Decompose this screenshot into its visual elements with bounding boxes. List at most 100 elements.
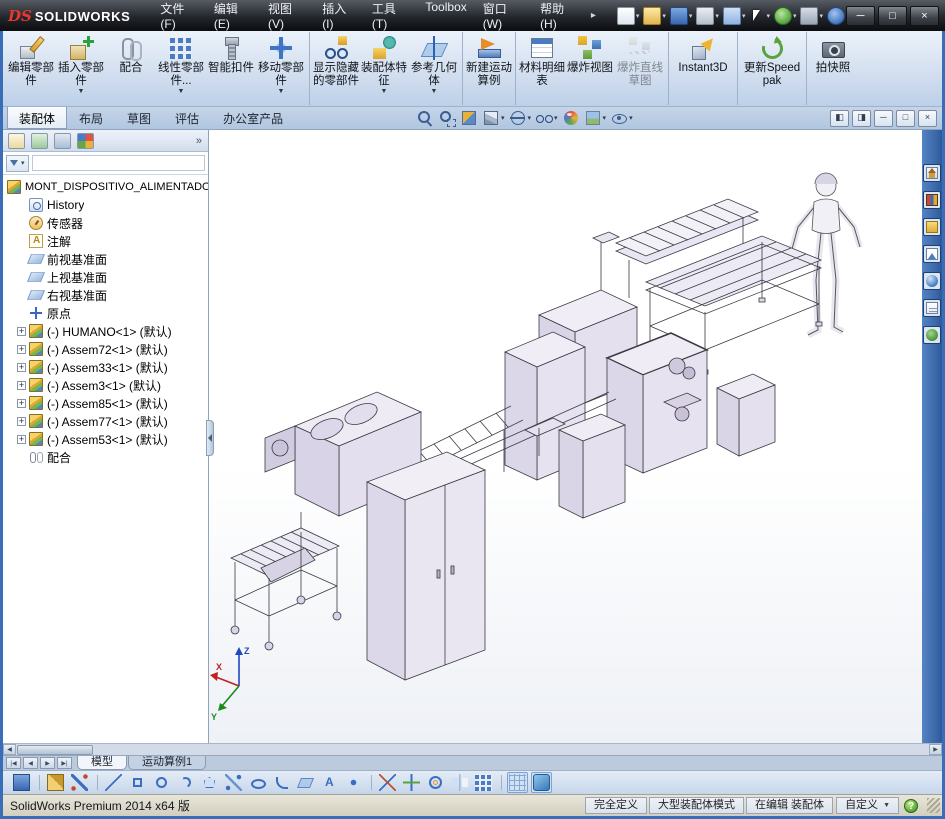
toolbar-button[interactable] — [401, 772, 422, 793]
close-button[interactable]: × — [910, 5, 939, 26]
filter-input[interactable] — [31, 155, 205, 171]
tree-item[interactable]: + (-) Assem85<1> (默认) — [3, 394, 208, 412]
view-toolbar-button[interactable]: ▾ — [416, 109, 434, 127]
pane-right-icon[interactable]: ◨ — [852, 110, 871, 127]
ribbon-button[interactable]: 装配体特征 ▼ — [359, 32, 409, 105]
toolbar-button[interactable]: ▾ — [773, 6, 798, 25]
configurationmanager-tab-icon[interactable] — [53, 132, 72, 150]
next-tab-button[interactable]: ▶ — [40, 757, 55, 769]
view-toolbar-button[interactable]: ▾ — [535, 109, 558, 127]
featuremanager-tab-icon[interactable] — [7, 132, 26, 150]
toolbar-button[interactable]: ▾ — [799, 6, 824, 25]
toolbar-button[interactable]: ▾ — [826, 6, 846, 25]
prev-tab-button[interactable]: ◀ — [23, 757, 38, 769]
tree-item[interactable]: + (-) Assem3<1> (默认) — [3, 376, 208, 394]
toolbar-button[interactable]: ▾ — [642, 6, 667, 25]
menu-pin-icon[interactable]: ▸ — [587, 10, 600, 21]
last-tab-button[interactable]: ▶| — [57, 757, 72, 769]
tree-root-item[interactable]: MONT_DISPOSITIVO_ALIMENTADOR — [3, 178, 208, 196]
menu-item[interactable]: 视图(V) — [260, 0, 314, 35]
ribbon-button[interactable]: 参考几何体 ▼ — [409, 32, 459, 105]
toolbar-button[interactable] — [151, 772, 172, 793]
menu-item[interactable]: 插入(I) — [314, 0, 364, 35]
graphics-area[interactable]: Z X Y — [209, 130, 922, 743]
toolbar-button[interactable]: ▾ — [616, 6, 641, 25]
toolbar-button[interactable] — [501, 772, 528, 793]
view-toolbar-button[interactable]: ▾ — [509, 109, 531, 127]
toolbar-button[interactable] — [247, 772, 268, 793]
toolbar-button[interactable] — [199, 772, 220, 793]
toolbar-button[interactable]: ▾ — [748, 8, 771, 24]
ribbon-button[interactable]: 更新Speedpak ▼ — [737, 32, 803, 105]
expand-icon[interactable]: + — [17, 434, 26, 444]
toolbar-button[interactable] — [343, 772, 364, 793]
ribbon-button[interactable]: Instant3D ▼ — [668, 32, 734, 105]
tree-item[interactable]: + (-) Assem72<1> (默认) — [3, 340, 208, 358]
expand-panel-chevrons-icon[interactable]: » — [196, 135, 204, 147]
tree-item[interactable]: + 上视基准面 — [3, 268, 208, 286]
displaymanager-tab-icon[interactable] — [76, 132, 95, 150]
ribbon-button[interactable]: 爆炸直线草图 ▼ — [615, 32, 665, 105]
command-tab[interactable]: 办公室产品 — [211, 107, 295, 129]
model-tab[interactable]: 模型 — [77, 756, 127, 770]
expand-icon[interactable]: + — [17, 380, 26, 390]
toolbar-button[interactable] — [223, 772, 244, 793]
file-explorer-icon[interactable] — [923, 218, 941, 236]
toolbar-button[interactable]: ▾ — [669, 6, 694, 25]
expand-icon[interactable]: + — [17, 416, 26, 426]
toolbar-button[interactable] — [97, 772, 124, 793]
menu-item[interactable]: 工具(T) — [364, 0, 418, 35]
command-tab[interactable]: 评估 — [163, 107, 211, 129]
tree-item[interactable]: + 前视基准面 — [3, 250, 208, 268]
toolbar-button[interactable] — [11, 772, 32, 793]
command-tab[interactable]: 装配体 — [7, 107, 68, 129]
menu-item[interactable]: 帮助(H) — [532, 0, 587, 35]
ribbon-button[interactable]: 新建运动算例 ▼ — [462, 32, 512, 105]
toolbar-button[interactable]: ▾ — [695, 6, 720, 25]
model-tab[interactable]: 运动算例1 — [128, 756, 207, 770]
toolbar-button[interactable] — [175, 772, 196, 793]
scrollbar-thumb[interactable] — [17, 744, 93, 755]
view-toolbar-button[interactable]: ▾ — [482, 109, 505, 127]
toolbar-button[interactable] — [295, 772, 316, 793]
view-toolbar-button[interactable]: ▾ — [562, 109, 580, 127]
maximize-button[interactable]: □ — [878, 5, 907, 26]
menu-item[interactable]: 窗口(W) — [475, 0, 532, 35]
filter-dropdown[interactable]: ▾ — [6, 154, 29, 172]
doc-restore-button[interactable]: □ — [896, 110, 915, 127]
ribbon-button[interactable]: 编辑零部件 ▼ — [6, 32, 56, 105]
pane-left-icon[interactable]: ◧ — [830, 110, 849, 127]
tree-item[interactable]: + 注解 — [3, 232, 208, 250]
ribbon-button[interactable]: 线性零部件... ▼ — [156, 32, 206, 105]
solidworks-forum-icon[interactable] — [923, 326, 941, 344]
doc-close-button[interactable]: × — [918, 110, 937, 127]
help-badge-icon[interactable]: ? — [904, 798, 918, 813]
minimize-button[interactable]: ─ — [846, 5, 875, 26]
ribbon-button[interactable]: 显示隐藏的零部件 ▼ — [309, 32, 359, 105]
toolbar-button[interactable] — [449, 772, 470, 793]
ribbon-button[interactable]: 爆炸视图 ▼ — [565, 32, 615, 105]
tree-item[interactable]: + 右视基准面 — [3, 286, 208, 304]
toolbar-button[interactable] — [69, 772, 90, 793]
expand-icon[interactable]: + — [17, 362, 26, 372]
toolbar-button[interactable] — [425, 772, 446, 793]
toolbar-button[interactable] — [371, 772, 398, 793]
toolbar-button[interactable] — [473, 772, 494, 793]
panel-collapse-handle[interactable] — [206, 420, 214, 456]
menu-item[interactable]: Toolbox — [417, 0, 474, 35]
view-toolbar-button[interactable]: ▾ — [610, 109, 633, 127]
menu-item[interactable]: 文件(F) — [152, 0, 206, 35]
design-library-icon[interactable] — [923, 191, 941, 209]
toolbar-button[interactable] — [531, 772, 552, 793]
solidworks-resources-icon[interactable] — [923, 164, 941, 182]
ribbon-button[interactable]: 材料明细表 ▼ — [515, 32, 565, 105]
doc-minimize-button[interactable]: ─ — [874, 110, 893, 127]
appearances-scenes-icon[interactable] — [923, 272, 941, 290]
toolbar-button[interactable] — [271, 772, 292, 793]
toolbar-button[interactable]: ▾ — [722, 6, 747, 25]
toolbar-button[interactable] — [127, 772, 148, 793]
tree-item[interactable]: + 传感器 — [3, 214, 208, 232]
tree-item[interactable]: + (-) Assem33<1> (默认) — [3, 358, 208, 376]
ribbon-button[interactable]: 移动零部件 ▼ — [256, 32, 306, 105]
view-palette-icon[interactable] — [923, 245, 941, 263]
